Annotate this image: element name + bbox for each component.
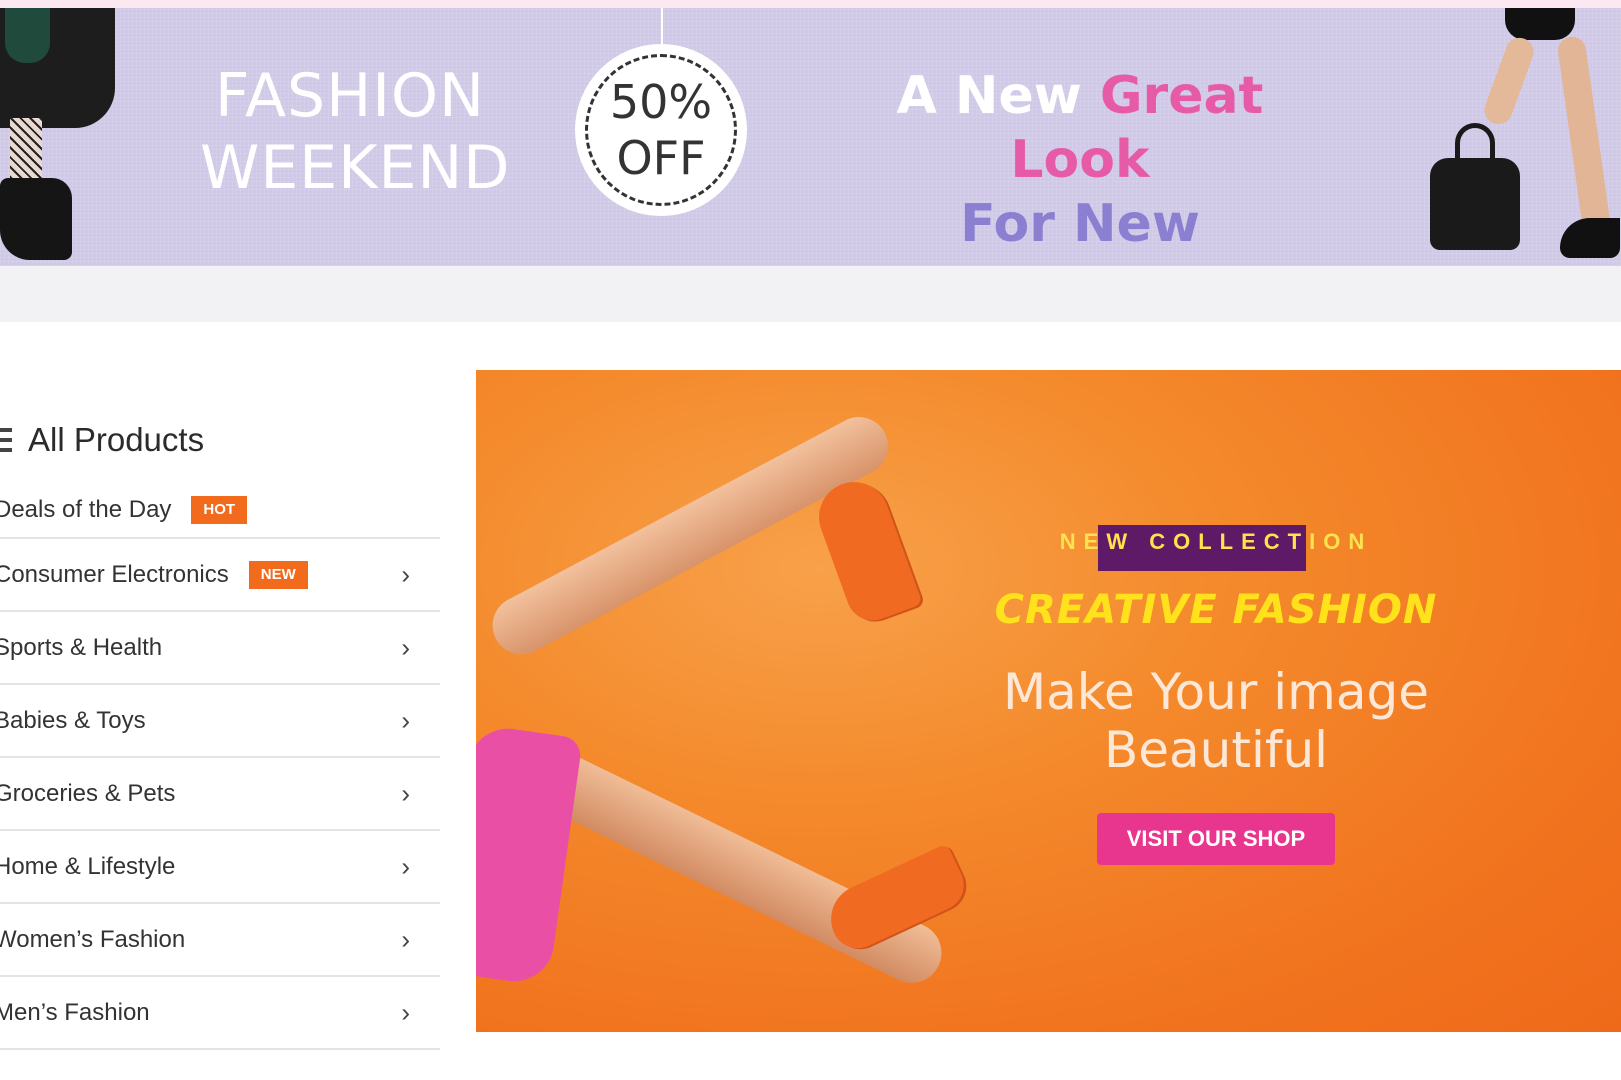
promo-banner[interactable]: FASHION WEEKEND 50% OFF A New Great Look… — [0, 8, 1621, 266]
hero-kicker: NEW COLLECTION — [1059, 525, 1373, 571]
sidebar-item-label: Women’s Fashion — [0, 925, 186, 953]
sidebar-title: All Products — [28, 421, 205, 458]
top-strip — [0, 0, 1621, 8]
chevron-right-icon: › — [401, 851, 410, 881]
chevron-right-icon: › — [401, 705, 410, 735]
promo-left-title: FASHION WEEKEND — [200, 60, 511, 204]
badge-hanger — [661, 8, 663, 44]
sidebar-header[interactable]: All Products — [0, 420, 204, 460]
model-right-skirt — [1505, 8, 1575, 40]
sidebar-item-label: Consumer Electronics — [0, 560, 229, 588]
sidebar-item-groceries-pets[interactable]: Groceries & Pets › — [0, 758, 440, 831]
sidebar-item-label: Babies & Toys — [0, 706, 146, 734]
chevron-right-icon: › — [401, 997, 410, 1027]
promo-headline-prefix: A New — [896, 66, 1082, 126]
sidebar-item-womens-fashion[interactable]: Women’s Fashion › — [0, 904, 440, 977]
hero-title: CREATIVE FASHION — [994, 587, 1438, 633]
promo-headline: A New Great Look For New Season — [850, 64, 1310, 266]
model-left-hair — [5, 8, 50, 63]
page: FASHION WEEKEND 50% OFF A New Great Look… — [0, 0, 1621, 1080]
model-right-leg-bent — [1480, 33, 1538, 129]
sidebar-item-home-lifestyle[interactable]: Home & Lifestyle › — [0, 831, 440, 904]
chevron-right-icon: › — [401, 924, 410, 954]
category-list: Deals of the Day HOT Consumer Electronic… — [0, 483, 440, 1050]
sidebar-item-deals-of-the-day[interactable]: Deals of the Day HOT — [0, 483, 440, 539]
chevron-right-icon: › — [401, 632, 410, 662]
discount-badge-percent: 50% — [609, 75, 713, 129]
sidebar-item-sports-health[interactable]: Sports & Health › — [0, 612, 440, 685]
model-left-boot — [0, 178, 72, 260]
discount-badge: 50% OFF — [575, 44, 747, 216]
hero-subtitle: Make Your image Beautiful — [1003, 663, 1429, 779]
sidebar-item-consumer-electronics[interactable]: Consumer Electronics NEW › — [0, 539, 440, 612]
promo-left-title-line2: WEEKEND — [200, 133, 511, 203]
hero-banner[interactable]: NEW COLLECTION CREATIVE FASHION Make You… — [476, 370, 1621, 1032]
hot-badge: HOT — [191, 496, 248, 524]
hero-kicker-text: NEW COLLECTION — [1059, 529, 1373, 554]
hamburger-menu-icon[interactable] — [0, 428, 12, 452]
chevron-right-icon: › — [401, 778, 410, 808]
visit-shop-button[interactable]: VISIT OUR SHOP — [1096, 813, 1336, 865]
sidebar-item-label: Deals of the Day — [0, 496, 172, 523]
sidebar-item-mens-fashion[interactable]: Men’s Fashion › — [0, 977, 440, 1050]
model-right-shoe — [1560, 218, 1620, 258]
new-badge: NEW — [248, 560, 308, 589]
model-right-leg — [1556, 35, 1612, 237]
handbag-image — [1430, 158, 1520, 250]
discount-badge-off: OFF — [616, 131, 706, 185]
discount-badge-ring: 50% OFF — [585, 54, 737, 206]
sidebar-item-label: Groceries & Pets — [0, 779, 176, 807]
section-divider — [0, 266, 1621, 322]
chevron-right-icon: › — [401, 559, 410, 589]
promo-headline-line2: For New Season — [960, 194, 1200, 266]
promo-left-title-line1: FASHION — [214, 61, 486, 131]
hero-content: NEW COLLECTION CREATIVE FASHION Make You… — [906, 525, 1526, 865]
model-pink-skirt — [476, 723, 583, 987]
sidebar-item-label: Home & Lifestyle — [0, 852, 176, 880]
sidebar-item-label: Men’s Fashion — [0, 998, 150, 1026]
sidebar-item-label: Sports & Health — [0, 633, 163, 661]
sidebar-item-babies-toys[interactable]: Babies & Toys › — [0, 685, 440, 758]
